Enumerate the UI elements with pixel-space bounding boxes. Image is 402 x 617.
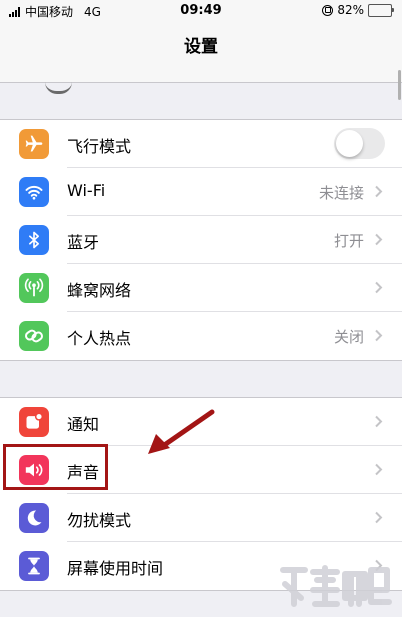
- red-arrow-annotation: [148, 409, 215, 454]
- status-bar: 中国移动 4G 09:49 82%: [0, 0, 402, 22]
- row-bluetooth[interactable]: 蓝牙 打开: [0, 216, 402, 264]
- personal-hotspot-status: 关闭: [333, 328, 364, 346]
- moon-icon: [19, 503, 49, 533]
- hourglass-icon: [19, 551, 49, 581]
- page-title: 设置: [184, 37, 218, 57]
- notification-icon: [19, 407, 49, 437]
- wifi-status: 未连接: [318, 184, 364, 202]
- personal-hotspot-label: 个人热点: [67, 329, 132, 348]
- navigation-bar: 设置: [0, 22, 402, 94]
- screen-time-label: 屏幕使用时间: [67, 559, 164, 578]
- status-right: 82%: [322, 3, 394, 17]
- watermark-logo: [280, 565, 392, 607]
- cellular-antenna-icon: [19, 273, 49, 303]
- airplane-mode-label: 飞行模式: [67, 137, 132, 156]
- bluetooth-icon: [19, 225, 49, 255]
- chevron-right-icon: [375, 233, 383, 246]
- chevron-right-icon: [375, 415, 383, 428]
- bluetooth-status: 打开: [333, 232, 364, 250]
- chevron-right-icon: [375, 185, 383, 198]
- avatar[interactable]: [45, 82, 72, 94]
- row-do-not-disturb[interactable]: 勿扰模式: [0, 494, 402, 542]
- hotspot-link-icon: [19, 321, 49, 351]
- do-not-disturb-label: 勿扰模式: [67, 511, 132, 530]
- toggle-knob: [336, 130, 363, 157]
- row-airplane-mode[interactable]: 飞行模式: [0, 120, 402, 168]
- bluetooth-label: 蓝牙: [67, 233, 100, 252]
- chevron-right-icon: [375, 329, 383, 342]
- battery-percent: 82%: [337, 3, 364, 17]
- notifications-label: 通知: [67, 415, 100, 434]
- settings-group-connectivity: 飞行模式 Wi-Fi 未连接 蓝牙 打开 蜂窝网络 个人热点 关闭: [0, 119, 402, 361]
- rotation-lock-icon: [322, 4, 334, 16]
- highlight-box-annotation: [3, 444, 108, 490]
- row-cellular[interactable]: 蜂窝网络: [0, 264, 402, 312]
- airplane-icon: [19, 129, 49, 159]
- row-personal-hotspot[interactable]: 个人热点 关闭: [0, 312, 402, 360]
- battery-icon: [368, 3, 394, 17]
- chevron-right-icon: [375, 281, 383, 294]
- cellular-label: 蜂窝网络: [67, 281, 132, 300]
- wifi-label: Wi-Fi: [67, 181, 106, 200]
- chevron-right-icon: [375, 511, 383, 524]
- airplane-mode-toggle[interactable]: [334, 128, 385, 159]
- scrollbar[interactable]: [398, 70, 401, 100]
- chevron-right-icon: [375, 463, 383, 476]
- row-wifi[interactable]: Wi-Fi 未连接: [0, 168, 402, 216]
- wifi-icon: [19, 177, 49, 207]
